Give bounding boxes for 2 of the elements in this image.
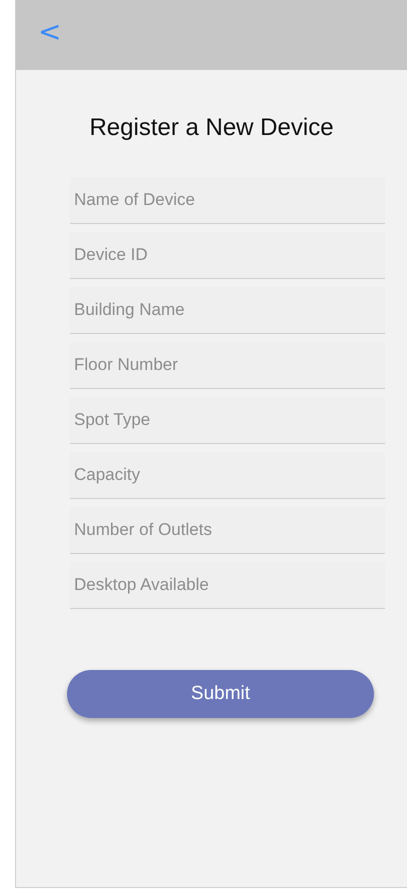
page-title: Register a New Device (88, 114, 335, 142)
submit-button[interactable]: Submit (67, 670, 374, 718)
